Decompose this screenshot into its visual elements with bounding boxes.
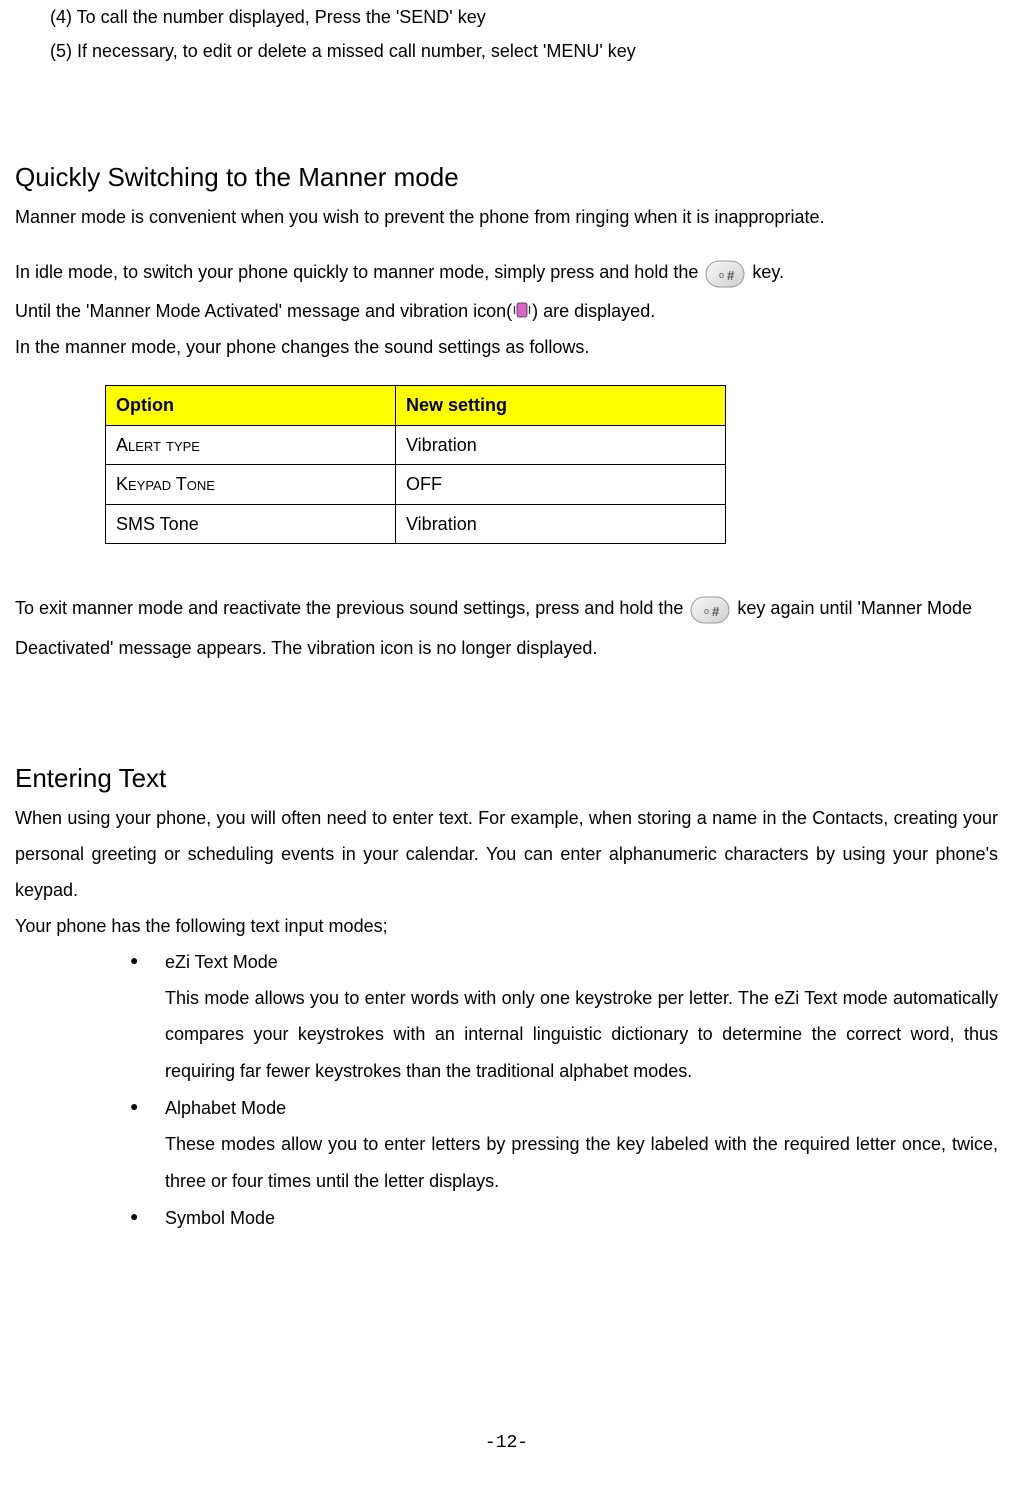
list-item-title: Symbol Mode <box>165 1200 998 1236</box>
list-item-desc: These modes allow you to enter letters b… <box>165 1126 998 1200</box>
table-cell-option: Keypad Tone <box>106 465 396 505</box>
svg-text:o: o <box>704 606 709 616</box>
text-segment: In idle mode, to switch your phone quick… <box>15 262 703 282</box>
svg-text:#: # <box>727 268 735 283</box>
text-segment: To exit manner mode and reactivate the p… <box>15 598 688 618</box>
hash-key-icon: o # <box>690 594 730 626</box>
numbered-step-5: (5) If necessary, to edit or delete a mi… <box>50 34 998 68</box>
table-row: SMS Tone Vibration <box>106 504 726 544</box>
text-segment: Until the 'Manner Mode Activated' messag… <box>15 301 512 321</box>
table-cell-setting: Vibration <box>396 504 726 544</box>
table-header-setting: New setting <box>396 385 726 425</box>
text-modes-list: eZi Text Mode This mode allows you to en… <box>130 944 998 1236</box>
list-item-title: eZi Text Mode <box>165 944 998 980</box>
text-segment: ) are displayed. <box>532 301 655 321</box>
list-item-title: Alphabet Mode <box>165 1090 998 1126</box>
list-item: Alphabet Mode These modes allow you to e… <box>130 1090 998 1200</box>
page-number: -12- <box>0 1425 1013 1461</box>
manner-mode-settings-intro: In the manner mode, your phone changes t… <box>15 329 998 365</box>
svg-text:o: o <box>719 270 724 280</box>
numbered-step-4: (4) To call the number displayed, Press … <box>50 0 998 34</box>
list-item: Symbol Mode <box>130 1200 998 1236</box>
table-row: Alert type Vibration <box>106 425 726 465</box>
table-header-row: Option New setting <box>106 385 726 425</box>
settings-table: Option New setting Alert type Vibration … <box>105 385 726 544</box>
entering-text-intro: When using your phone, you will often ne… <box>15 800 998 908</box>
table-header-option: Option <box>106 385 396 425</box>
table-cell-setting: Vibration <box>396 425 726 465</box>
heading-entering-text: Entering Text <box>15 759 998 798</box>
table-cell-setting: OFF <box>396 465 726 505</box>
list-item-desc: This mode allows you to enter words with… <box>165 980 998 1091</box>
svg-text:#: # <box>712 604 720 619</box>
manner-mode-confirm: Until the 'Manner Mode Activated' messag… <box>15 293 998 329</box>
table-row: Keypad Tone OFF <box>106 465 726 505</box>
table-cell-option: SMS Tone <box>106 504 396 544</box>
manner-mode-intro: Manner mode is convenient when you wish … <box>15 199 998 235</box>
hash-key-icon: o # <box>705 258 745 290</box>
list-item: eZi Text Mode This mode allows you to en… <box>130 944 998 1091</box>
text-segment: key. <box>752 262 784 282</box>
vibration-icon <box>513 295 531 313</box>
manner-mode-exit: To exit manner mode and reactivate the p… <box>15 589 998 668</box>
heading-manner-mode: Quickly Switching to the Manner mode <box>15 158 998 197</box>
manner-mode-activate: In idle mode, to switch your phone quick… <box>15 253 998 293</box>
entering-text-modes-intro: Your phone has the following text input … <box>15 908 998 944</box>
table-cell-option: Alert type <box>106 425 396 465</box>
